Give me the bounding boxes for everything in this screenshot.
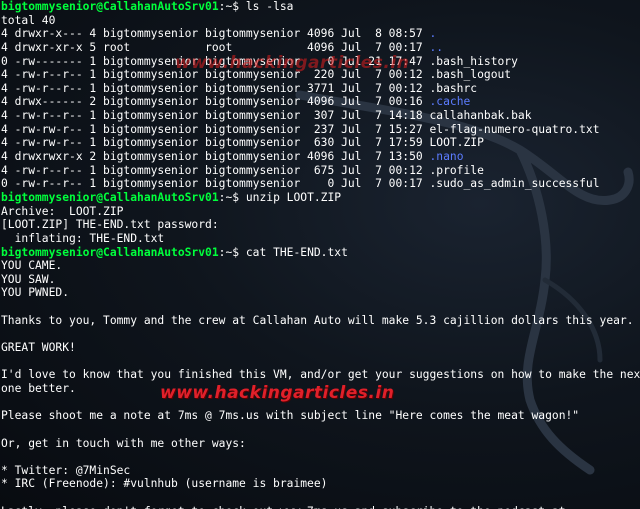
line-text: I'd love to know that you finished this … xyxy=(1,368,640,382)
terminal-line: GREAT WORK! xyxy=(1,341,640,355)
terminal-line: 4 -rw-rw-r-- 1 bigtommysenior bigtommyse… xyxy=(1,136,640,150)
terminal-line: 4 -rw-r--r-- 1 bigtommysenior bigtommyse… xyxy=(1,82,640,96)
terminal-line: YOU SAW. xyxy=(1,273,640,287)
line-text: total 40 xyxy=(1,13,56,27)
line-text: 0 -rw-r--r-- 1 bigtommysenior bigtommyse… xyxy=(1,177,600,191)
line-text: * IRC (Freenode): #vulnhub (username is … xyxy=(1,477,328,491)
terminal-line: Or, get in touch with me other ways: xyxy=(1,437,640,451)
prompt-user-host: bigtommysenior@CallahanAutoSrv01 xyxy=(1,0,219,13)
watermark-faded: www.hackingarticles.in xyxy=(175,53,410,73)
line-text: inflating: THE-END.txt xyxy=(1,231,165,245)
directory-name: . xyxy=(429,27,437,41)
terminal-line: bigtommysenior@CallahanAutoSrv01:~$ ls -… xyxy=(1,0,640,14)
line-text: 4 drwxr-xr-x 5 root root 4096 Jul 7 00:1… xyxy=(1,40,430,54)
terminal-line: bigtommysenior@CallahanAutoSrv01:~$ unzi… xyxy=(1,191,640,205)
terminal-line: 4 -rw-r--r-- 1 bigtommysenior bigtommyse… xyxy=(1,109,640,123)
terminal-line: [LOOT.ZIP] THE-END.txt password: xyxy=(1,218,640,232)
directory-name: .cache xyxy=(429,95,471,109)
terminal-line: total 40 xyxy=(1,14,640,28)
terminal-line: inflating: THE-END.txt xyxy=(1,232,640,246)
terminal-line: Lastly, please don't forget to check out… xyxy=(1,505,640,509)
terminal-line: * Twitter: @7MinSec xyxy=(1,464,640,478)
terminal-line: I'd love to know that you finished this … xyxy=(1,368,640,382)
line-text: 4 -rw-r--r-- 1 bigtommysenior bigtommyse… xyxy=(1,163,484,177)
line-text: * Twitter: @7MinSec xyxy=(1,463,131,477)
terminal-line: * IRC (Freenode): #vulnhub (username is … xyxy=(1,477,640,491)
line-text: Please shoot me a note at 7ms @ 7ms.us w… xyxy=(1,409,580,423)
terminal-line: 4 drwxr-x--- 4 bigtommysenior bigtommyse… xyxy=(1,27,640,41)
line-text: Or, get in touch with me other ways: xyxy=(1,436,246,450)
terminal-line: 4 drwx------ 2 bigtommysenior bigtommyse… xyxy=(1,95,640,109)
line-text: Thanks to you, Tommy and the crew at Cal… xyxy=(1,313,634,327)
line-text: 4 drwxr-x--- 4 bigtommysenior bigtommyse… xyxy=(1,27,430,41)
prompt-user-host: bigtommysenior@CallahanAutoSrv01 xyxy=(1,190,219,204)
terminal-line: 4 -rw-rw-r-- 1 bigtommysenior bigtommyse… xyxy=(1,123,640,137)
terminal-line: bigtommysenior@CallahanAutoSrv01:~$ cat … xyxy=(1,246,640,260)
terminal-window[interactable]: bigtommysenior@CallahanAutoSrv01:~$ ls -… xyxy=(0,0,640,509)
line-text: 4 -rw-rw-r-- 1 bigtommysenior bigtommyse… xyxy=(1,122,600,136)
line-text: Lastly, please don't forget to check out… xyxy=(1,505,566,509)
line-text: one better. xyxy=(1,381,76,395)
terminal-output: bigtommysenior@CallahanAutoSrv01:~$ ls -… xyxy=(0,0,640,509)
line-text: GREAT WORK! xyxy=(1,341,76,355)
line-text: 4 drwx------ 2 bigtommysenior bigtommyse… xyxy=(1,95,430,109)
prompt-user-host: bigtommysenior@CallahanAutoSrv01 xyxy=(1,245,219,259)
terminal-line: Please shoot me a note at 7ms @ 7ms.us w… xyxy=(1,409,640,423)
line-text: 4 drwxrwxr-x 2 bigtommysenior bigtommyse… xyxy=(1,150,430,164)
line-text: 4 -rw-rw-r-- 1 bigtommysenior bigtommyse… xyxy=(1,136,484,150)
directory-name: .. xyxy=(429,40,444,54)
line-text: Archive: LOOT.ZIP xyxy=(1,204,124,218)
terminal-line: 0 -rw-r--r-- 1 bigtommysenior bigtommyse… xyxy=(1,177,640,191)
terminal-line: Thanks to you, Tommy and the crew at Cal… xyxy=(1,314,640,328)
line-text: :~$ ls -lsa xyxy=(218,0,294,13)
line-text: :~$ cat THE-END.txt xyxy=(218,245,348,259)
line-text: YOU CAME. xyxy=(1,259,63,273)
terminal-line: 4 drwxrwxr-x 2 bigtommysenior bigtommyse… xyxy=(1,150,640,164)
terminal-line: 4 -rw-r--r-- 1 bigtommysenior bigtommyse… xyxy=(1,164,640,178)
watermark: www.hackingarticles.in xyxy=(160,383,395,403)
line-text: 4 -rw-r--r-- 1 bigtommysenior bigtommyse… xyxy=(1,81,478,95)
line-text: 4 -rw-r--r-- 1 bigtommysenior bigtommyse… xyxy=(1,109,532,123)
line-text: YOU PWNED. xyxy=(1,286,70,300)
directory-name: .nano xyxy=(429,150,464,164)
line-text: :~$ unzip LOOT.ZIP xyxy=(218,190,342,204)
line-text: YOU SAW. xyxy=(1,272,56,286)
terminal-line: YOU CAME. xyxy=(1,259,640,273)
terminal-line: Archive: LOOT.ZIP xyxy=(1,205,640,219)
terminal-line: YOU PWNED. xyxy=(1,286,640,300)
line-text: [LOOT.ZIP] THE-END.txt password: xyxy=(1,218,219,232)
